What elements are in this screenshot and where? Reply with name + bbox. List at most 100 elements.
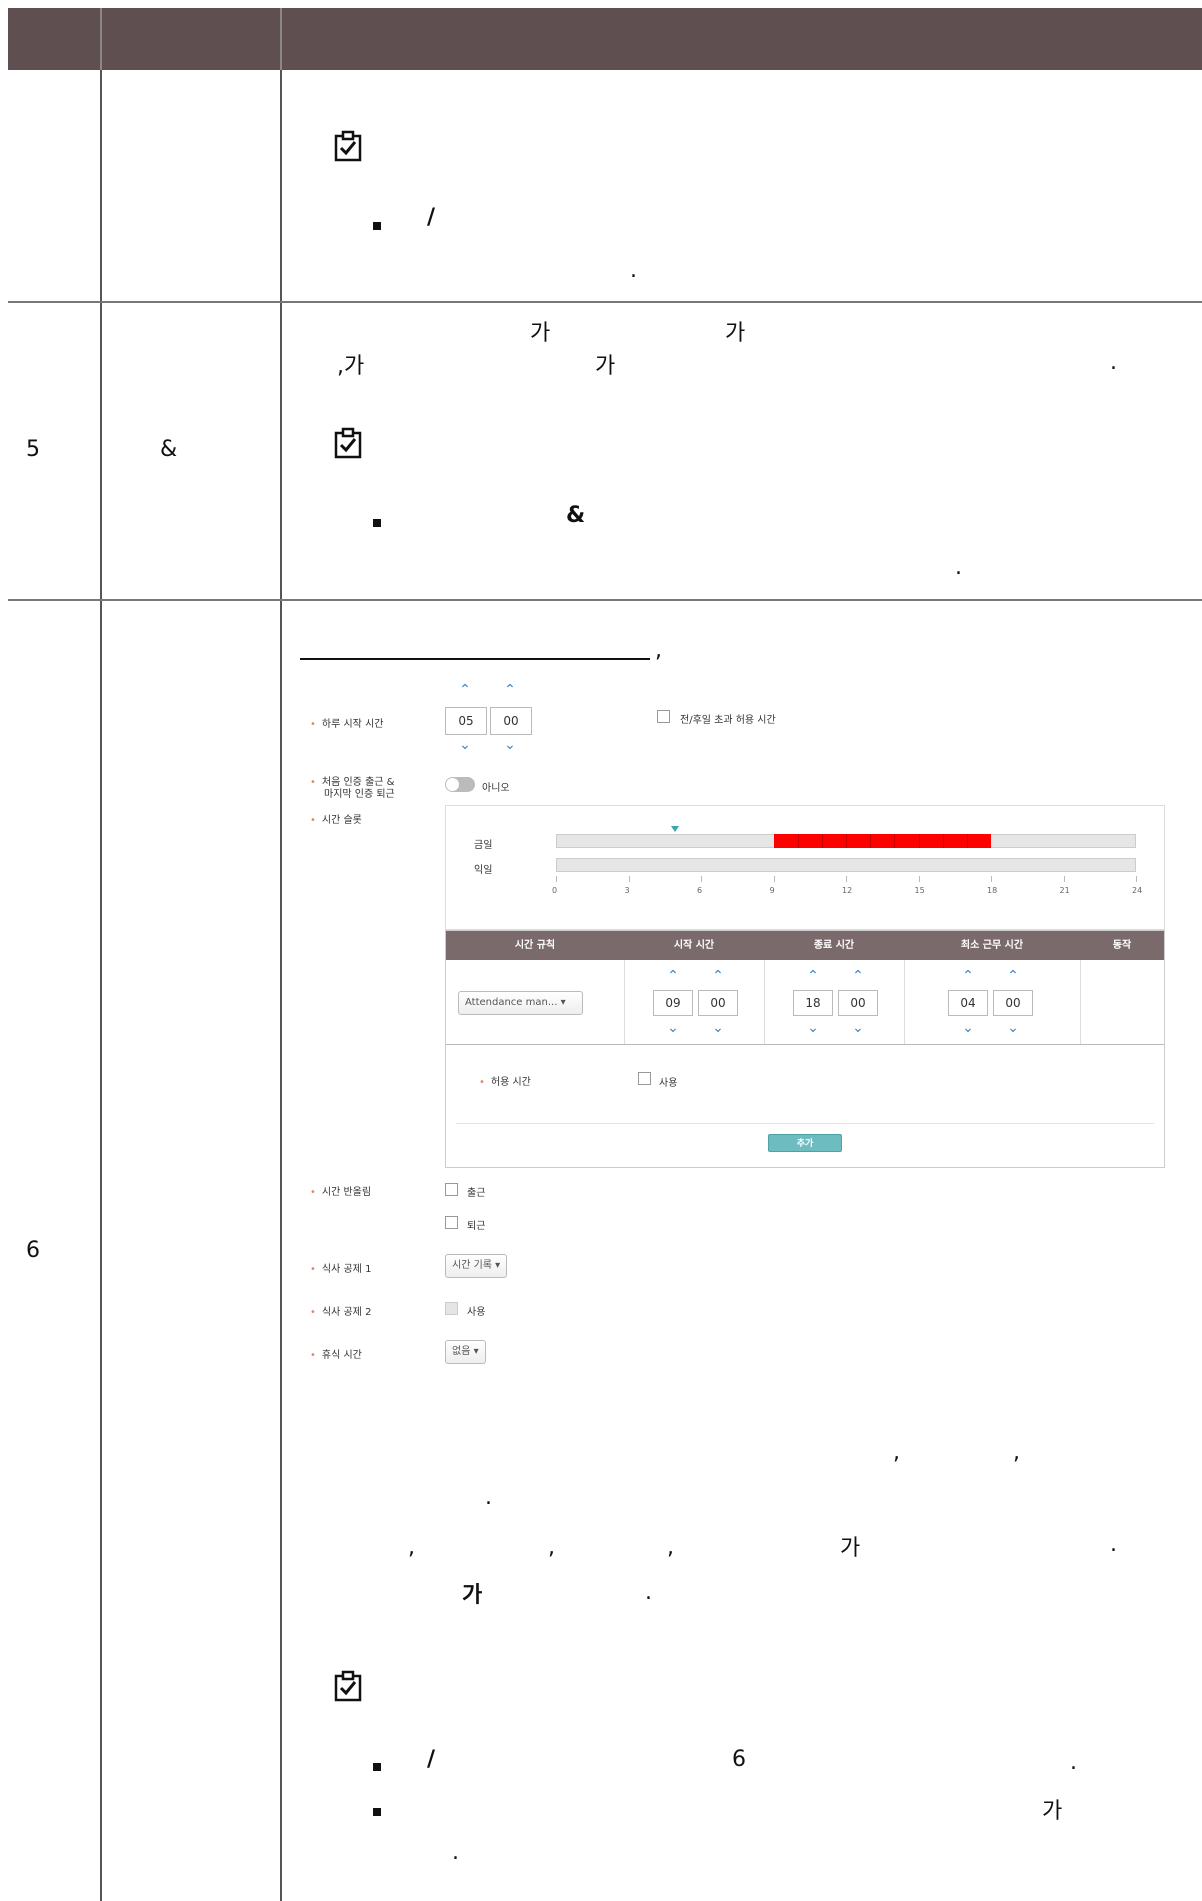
time-slot-bar[interactable] — [773, 834, 991, 848]
cell-divider — [764, 960, 765, 1044]
sentence-end: . — [630, 258, 637, 283]
decrement-icon[interactable]: ⌄ — [958, 1021, 978, 1035]
row-number: 6 — [26, 1238, 40, 1263]
paragraph-text: , — [893, 1440, 900, 1465]
time-slot-panel: 금일 익일 0 3 6 9 12 15 18 21 24 — [445, 805, 1165, 930]
slot-segment-divider — [870, 834, 872, 848]
increment-icon[interactable]: ⌃ — [803, 969, 823, 983]
increment-icon[interactable]: ⌃ — [958, 969, 978, 983]
slot-segment-divider — [966, 834, 968, 848]
cell-divider — [624, 960, 625, 1044]
axis-tick-label: 18 — [987, 886, 998, 895]
min-minute[interactable]: 00 — [993, 990, 1033, 1016]
bullet-icon — [373, 1763, 381, 1771]
sentence-end: . — [1110, 350, 1117, 375]
meal1-label: • 식사 공제 1 — [310, 1264, 372, 1275]
paragraph-text: 가 — [840, 1536, 861, 1561]
row-divider — [8, 599, 1202, 601]
axis-tick-mark — [628, 876, 630, 882]
cell-divider — [904, 960, 905, 1044]
day-start-minute[interactable]: 00 — [490, 707, 532, 735]
rounding-out-label: 퇴근 — [467, 1221, 486, 1232]
axis-tick-mark — [773, 876, 775, 882]
decrement-icon[interactable]: ⌄ — [708, 1021, 728, 1035]
axis-tick-mark — [918, 876, 920, 882]
sentence-end: . — [485, 1485, 492, 1510]
end-minute[interactable]: 00 — [838, 990, 878, 1016]
chevron-down-icon: ▾ — [473, 1346, 479, 1357]
col-start: 시작 시간 — [673, 940, 715, 951]
bullet-text: / — [427, 1747, 436, 1772]
header-divider — [280, 8, 282, 70]
paragraph-text: 가 — [462, 1583, 483, 1608]
col-end: 종료 시간 — [813, 940, 855, 951]
rule-select[interactable]: Attendance man... ▾ — [458, 991, 583, 1015]
rounding-in-checkbox[interactable] — [445, 1183, 458, 1196]
axis-tick-label: 15 — [914, 886, 925, 895]
decrement-icon[interactable]: ⌄ — [848, 1021, 868, 1035]
meal2-checkbox[interactable] — [445, 1302, 458, 1315]
bullet-icon — [373, 519, 381, 527]
rounding-in-label: 출근 — [467, 1188, 486, 1199]
row-title: & — [160, 437, 178, 462]
clipboard-check-icon — [333, 1670, 363, 1702]
first-last-label: • 처음 인증 출근 & 마지막 인증 퇴근 — [310, 777, 395, 800]
divider — [456, 1123, 1154, 1124]
time-marker-icon — [671, 826, 679, 832]
add-button[interactable]: 추가 — [768, 1134, 842, 1152]
axis-tick-mark — [701, 876, 702, 882]
slot-segment-divider — [797, 834, 799, 848]
decrement-icon[interactable]: ⌄ — [455, 738, 475, 752]
next-day-label: 익일 — [474, 865, 493, 876]
increment-icon[interactable]: ⌃ — [848, 969, 868, 983]
sentence-end: . — [955, 555, 962, 580]
slot-segment-divider — [894, 834, 896, 848]
end-hour[interactable]: 18 — [793, 990, 833, 1016]
table-header — [8, 8, 1202, 70]
increment-icon[interactable]: ⌃ — [500, 683, 520, 697]
heading-underline — [300, 658, 650, 660]
rounding-out-checkbox[interactable] — [445, 1216, 458, 1229]
paragraph-text: , — [548, 1535, 555, 1560]
col-action: 동작 — [1112, 940, 1132, 951]
axis-tick-mark — [846, 876, 847, 882]
clipboard-check-icon — [333, 427, 363, 459]
slot-segment-divider — [942, 834, 944, 848]
increment-icon[interactable]: ⌃ — [663, 969, 683, 983]
increment-icon[interactable]: ⌃ — [455, 683, 475, 697]
day-start-hour[interactable]: 05 — [445, 707, 487, 735]
increment-icon[interactable]: ⌃ — [1003, 969, 1023, 983]
increment-icon[interactable]: ⌃ — [708, 969, 728, 983]
rule-table: 시간 규칙 시작 시간 종료 시간 최소 근무 시간 동작 Attendance… — [445, 930, 1165, 1168]
min-hour[interactable]: 04 — [948, 990, 988, 1016]
paragraph-text: ,가 — [337, 354, 365, 379]
allow-check-label: 사용 — [659, 1078, 678, 1089]
paragraph-text: , — [408, 1535, 415, 1560]
holiday-checkbox[interactable] — [657, 710, 670, 723]
decrement-icon[interactable]: ⌄ — [663, 1021, 683, 1035]
start-hour[interactable]: 09 — [653, 990, 693, 1016]
start-minute[interactable]: 00 — [698, 990, 738, 1016]
decrement-icon[interactable]: ⌄ — [500, 738, 520, 752]
meal1-select[interactable]: 시간 기록 ▾ — [445, 1254, 508, 1278]
holiday-check-label: 전/후일 초과 허용 시간 — [680, 715, 776, 726]
next-day-track[interactable] — [556, 858, 1136, 872]
bullet-text: 6 — [732, 1747, 746, 1772]
break-select[interactable]: 없음 ▾ — [445, 1340, 486, 1364]
meal2-label: • 식사 공제 2 — [310, 1307, 372, 1318]
slot-segment-divider — [821, 834, 823, 848]
axis-tick-label: 21 — [1059, 886, 1070, 895]
row-divider — [446, 1044, 1164, 1045]
chevron-down-icon: ▾ — [560, 997, 566, 1008]
slot-segment-divider — [846, 834, 847, 848]
allow-checkbox[interactable] — [638, 1072, 651, 1085]
decrement-icon[interactable]: ⌄ — [803, 1021, 823, 1035]
paragraph-text: , — [1013, 1440, 1020, 1465]
bullet-text: 가 — [1042, 1799, 1063, 1824]
decrement-icon[interactable]: ⌄ — [1003, 1021, 1023, 1035]
toggle-switch[interactable] — [445, 777, 475, 792]
axis-tick-label: 3 — [624, 886, 630, 895]
bullet-text: & — [566, 503, 586, 528]
rounding-label: • 시간 반올림 — [310, 1187, 372, 1198]
bullet-icon — [373, 1808, 381, 1816]
